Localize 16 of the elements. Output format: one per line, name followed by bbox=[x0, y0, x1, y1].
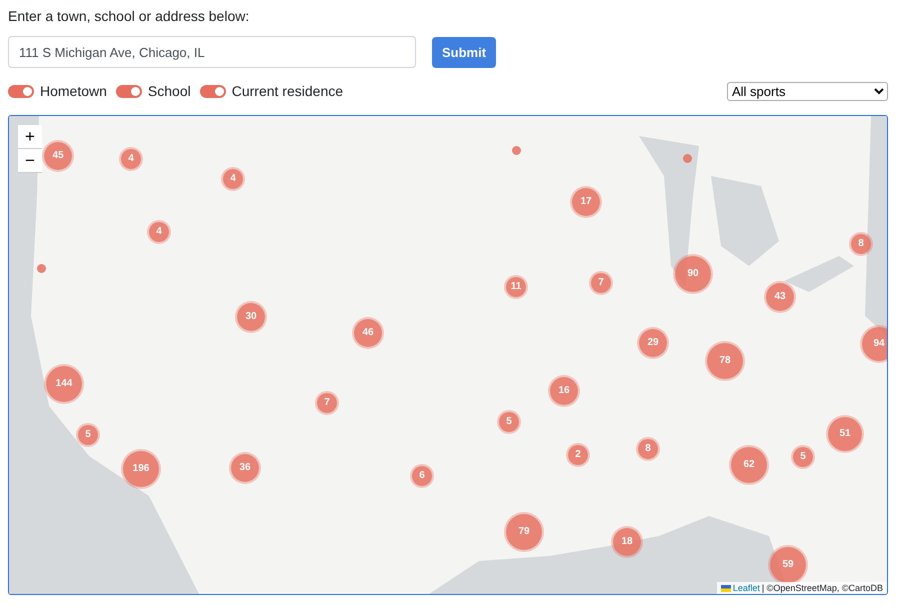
toggle-switch[interactable] bbox=[116, 84, 142, 98]
lake-shape bbox=[784, 256, 854, 292]
attribution-text: | ©OpenStreetMap, ©CartoDB bbox=[762, 583, 883, 593]
sport-select[interactable]: All sports bbox=[727, 82, 888, 100]
toggle-label: Hometown bbox=[40, 83, 107, 99]
toggle-label: Current residence bbox=[232, 83, 344, 99]
map-frame[interactable]: 45 4 4 4 17 8 90 11 7 43 30 46 29 94 78 144 16 7 5 5 51 8 2 5 196 36 62 6 79 18 59 + − Leaflet | ©OpenStreetMap, ©CartoDB bbox=[8, 115, 888, 595]
toggle-switch[interactable] bbox=[8, 84, 34, 98]
prompt-text: Enter a town, school or address below: bbox=[8, 7, 250, 26]
flag-icon bbox=[720, 584, 731, 592]
zoom-in-button[interactable]: + bbox=[18, 125, 42, 149]
toggle-label: School bbox=[148, 83, 191, 99]
leaflet-link[interactable]: Leaflet bbox=[732, 583, 760, 593]
address-input-field[interactable]: 111 S Michigan Ave, Chicago, IL bbox=[8, 36, 416, 68]
submit-button[interactable]: Submit bbox=[432, 36, 496, 68]
toggle-switch[interactable] bbox=[200, 84, 226, 98]
